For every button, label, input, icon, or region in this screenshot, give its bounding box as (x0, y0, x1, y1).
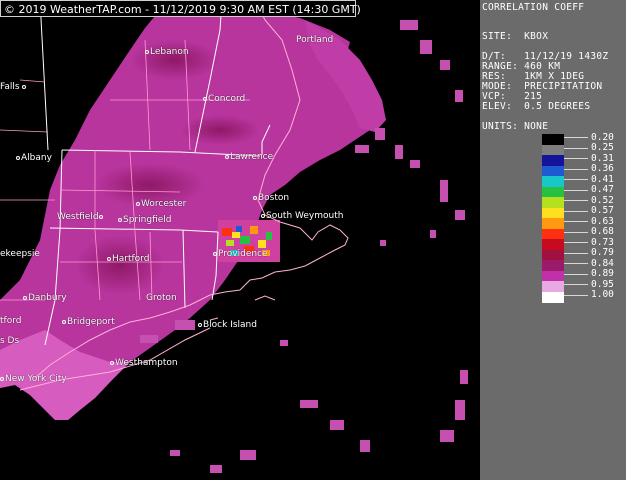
scale-value: 1.00 (591, 289, 614, 300)
city-dot-icon (253, 195, 257, 200)
scale-tick (564, 252, 588, 254)
units-row: UNITS: NONE (482, 121, 549, 132)
scale-tick (564, 189, 588, 191)
city-dot-icon (107, 256, 111, 261)
scale-tick (564, 158, 588, 159)
precip-maroon-4 (130, 40, 220, 80)
city-dot-icon (136, 201, 140, 206)
city-label: New York City (0, 374, 67, 384)
scale-swatch (542, 144, 564, 156)
scale-swatch (542, 291, 564, 303)
scale-swatch (542, 134, 564, 145)
scale-value: 0.25 (591, 142, 614, 153)
scale-tick (564, 273, 588, 275)
city-label: Albany (16, 153, 52, 163)
city-label: South Weymouth (261, 211, 343, 221)
scale-tick (564, 231, 588, 233)
scale-value: 0.57 (591, 205, 614, 216)
scale-swatch (542, 186, 564, 198)
scale-tick (564, 200, 588, 201)
site-row: SITE: KBOX (482, 31, 549, 42)
city-label: Bridgeport (62, 317, 115, 327)
city-label: Westhampton (110, 358, 178, 368)
scale-swatch (542, 155, 564, 166)
city-dot-icon (62, 319, 66, 324)
scale-tick (564, 294, 588, 296)
scale-tick (564, 242, 588, 243)
city-dot-icon (203, 96, 207, 101)
scale-value: 0.89 (591, 268, 614, 279)
city-label: s Ds (0, 336, 20, 346)
city-label: Springfield (118, 215, 171, 225)
scale-tick (564, 147, 588, 149)
scale-swatch (542, 249, 564, 261)
city-label: Groton (146, 293, 177, 303)
scale-tick (564, 221, 588, 222)
scale-value: 0.84 (591, 257, 614, 269)
city-label: Concord (203, 94, 245, 104)
scale-swatch (542, 270, 564, 282)
scale-value: 0.52 (591, 194, 614, 206)
city-dot-icon (0, 376, 4, 381)
city-dot-icon (261, 213, 265, 218)
city-dot-icon (198, 322, 202, 327)
scale-swatch (542, 176, 564, 187)
scale-value: 0.95 (591, 278, 614, 290)
city-label: ekeepsie (0, 249, 40, 259)
city-label: tford (0, 316, 22, 326)
scale-tick (564, 137, 588, 138)
scale-tick (564, 263, 588, 264)
scale-swatch (542, 239, 564, 250)
scale-value: 0.73 (591, 236, 614, 248)
city-dot-icon (98, 214, 103, 219)
info-row: ELEV: 0.5 DEGREES (482, 101, 591, 112)
radar-echo-layer (0, 0, 468, 473)
city-dot-icon (225, 154, 229, 159)
product-title: CORRELATION COEFF (482, 2, 585, 13)
city-dot-icon (110, 360, 114, 365)
scale-value: 0.41 (591, 173, 614, 185)
city-label: Lawrence (225, 152, 273, 162)
scale-value: 0.47 (591, 184, 614, 195)
city-dot-icon (213, 251, 217, 256)
scale-swatch (542, 197, 564, 208)
scale-value: 0.79 (591, 247, 614, 258)
radar-map: © 2019 WeatherTAP.com - 11/12/2019 9:30 … (0, 0, 480, 480)
city-dot-icon (118, 217, 122, 222)
scale-value: 0.63 (591, 215, 614, 227)
city-label: Portland (296, 35, 334, 45)
city-label: Hartford (107, 254, 149, 264)
city-label: Westfield (57, 212, 104, 222)
scale-value: 0.20 (591, 131, 614, 143)
scale-swatch (542, 281, 564, 292)
city-label: Boston (253, 193, 289, 203)
scale-tick (564, 284, 588, 285)
scale-tick (564, 179, 588, 180)
precip-maroon-3 (180, 115, 260, 145)
copyright-banner: © 2019 WeatherTAP.com - 11/12/2019 9:30 … (0, 0, 361, 17)
city-dot-icon (22, 84, 27, 89)
scale-tick (564, 210, 588, 212)
scale-value: 0.36 (591, 163, 614, 174)
city-dot-icon (16, 155, 20, 160)
info-panel: CORRELATION COEFF SITE: KBOX D/T: 11/12/… (480, 0, 626, 480)
scale-swatch (542, 228, 564, 240)
scale-swatch (542, 260, 564, 271)
city-label: Worcester (136, 199, 186, 209)
city-label: Danbury (23, 293, 67, 303)
scale-value: 0.31 (591, 152, 614, 164)
scale-swatch (542, 218, 564, 229)
city-label: Falls (0, 82, 27, 92)
city-label: Providence (213, 249, 268, 259)
city-label: Lebanon (145, 47, 189, 57)
scale-value: 0.68 (591, 226, 614, 237)
city-label: Block Island (198, 320, 257, 330)
scale-swatch (542, 165, 564, 177)
city-dot-icon (23, 295, 27, 300)
scale-swatch (542, 207, 564, 219)
scale-tick (564, 168, 588, 170)
city-dot-icon (145, 49, 149, 54)
